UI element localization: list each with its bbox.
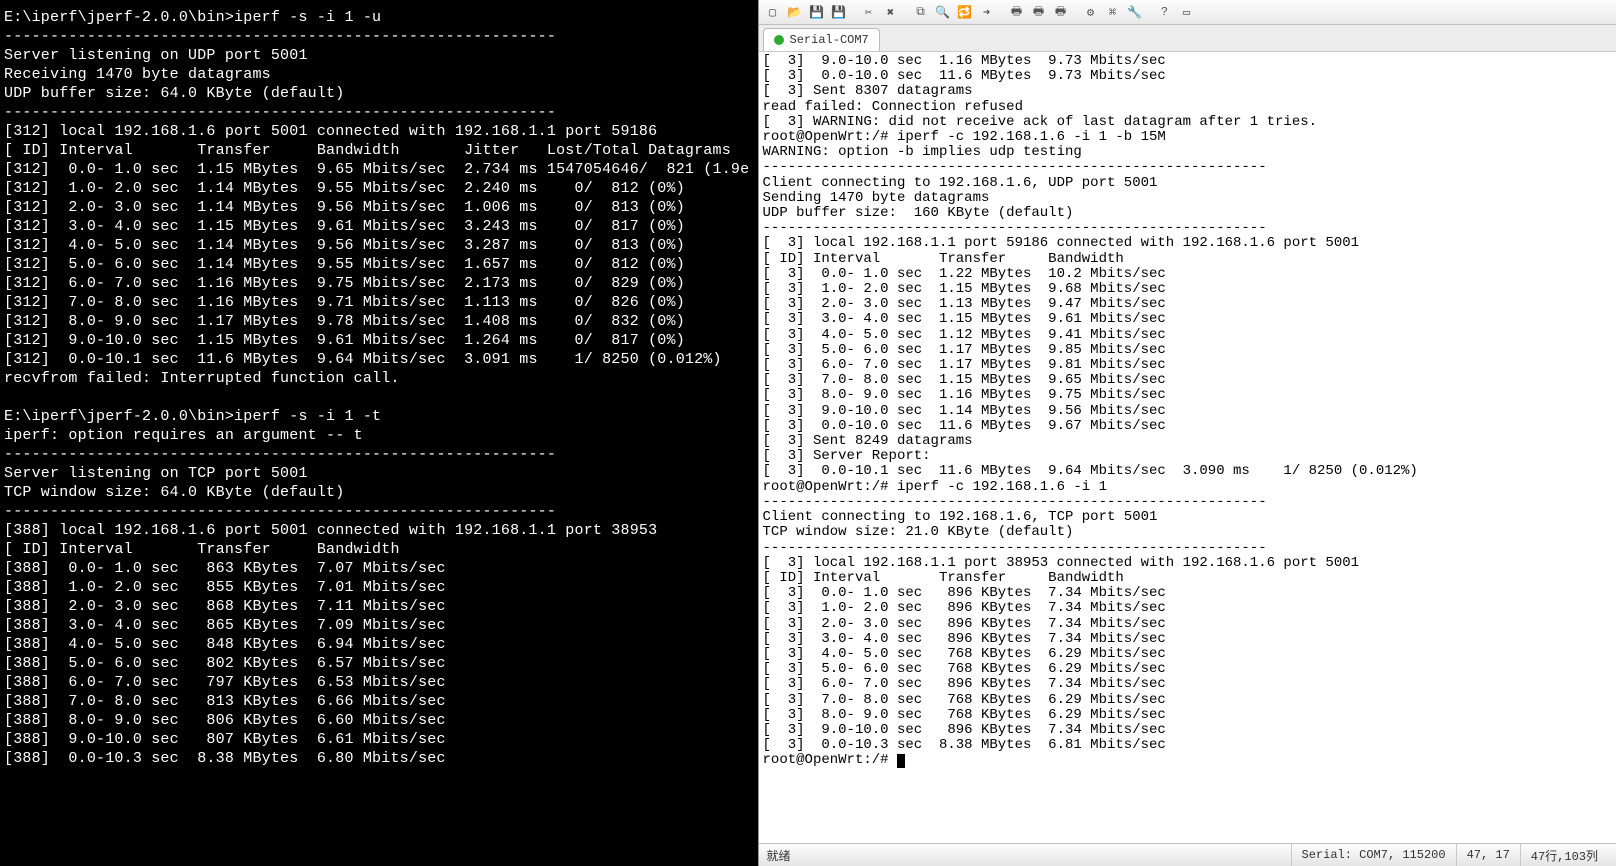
- print-icon[interactable]: 🖶: [1007, 2, 1027, 22]
- status-size: 47行,103列: [1520, 844, 1608, 866]
- tab-serial-com7[interactable]: Serial-COM7: [763, 28, 880, 51]
- cut-icon[interactable]: ✂: [859, 2, 879, 22]
- printpreview-icon[interactable]: 🖶: [1029, 2, 1049, 22]
- status-bar: 就绪 Serial: COM7, 115200 47, 17 47行,103列: [759, 843, 1616, 866]
- find-icon[interactable]: 🔍: [933, 2, 953, 22]
- settings-icon[interactable]: ⚙: [1081, 2, 1101, 22]
- printsetup-icon[interactable]: 🖶: [1051, 2, 1071, 22]
- tools-icon[interactable]: 🔧: [1125, 2, 1145, 22]
- status-cursor-pos: 47, 17: [1456, 844, 1520, 866]
- window-icon[interactable]: ▭: [1177, 2, 1197, 22]
- save-icon[interactable]: 💾: [807, 2, 827, 22]
- macro-icon[interactable]: ⌘: [1103, 2, 1123, 22]
- copy-icon[interactable]: ⧉: [911, 2, 931, 22]
- serial-console[interactable]: [ 3] 9.0-10.0 sec 1.16 MBytes 9.73 Mbits…: [759, 52, 1616, 843]
- delete-icon[interactable]: ✖: [881, 2, 901, 22]
- saveall-icon[interactable]: 💾: [829, 2, 849, 22]
- cursor: [897, 754, 905, 768]
- goto-icon[interactable]: ➜: [977, 2, 997, 22]
- replace-icon[interactable]: 🔁: [955, 2, 975, 22]
- new-icon[interactable]: ▢: [763, 2, 783, 22]
- cmd-terminal[interactable]: E:\iperf\jperf-2.0.0\bin>iperf -s -i 1 -…: [0, 0, 758, 866]
- connected-icon: [774, 35, 784, 45]
- serial-app-window: ▢📂💾💾✂✖⧉🔍🔁➜🖶🖶🖶⚙⌘🔧?▭ Serial-COM7 [ 3] 9.0-…: [758, 0, 1616, 866]
- tab-label: Serial-COM7: [790, 33, 869, 47]
- toolbar: ▢📂💾💾✂✖⧉🔍🔁➜🖶🖶🖶⚙⌘🔧?▭: [759, 0, 1616, 25]
- help-icon[interactable]: ?: [1155, 2, 1175, 22]
- status-port: Serial: COM7, 115200: [1291, 844, 1456, 866]
- open-icon[interactable]: 📂: [785, 2, 805, 22]
- status-ready: 就绪: [767, 847, 791, 864]
- tab-bar: Serial-COM7: [759, 25, 1616, 52]
